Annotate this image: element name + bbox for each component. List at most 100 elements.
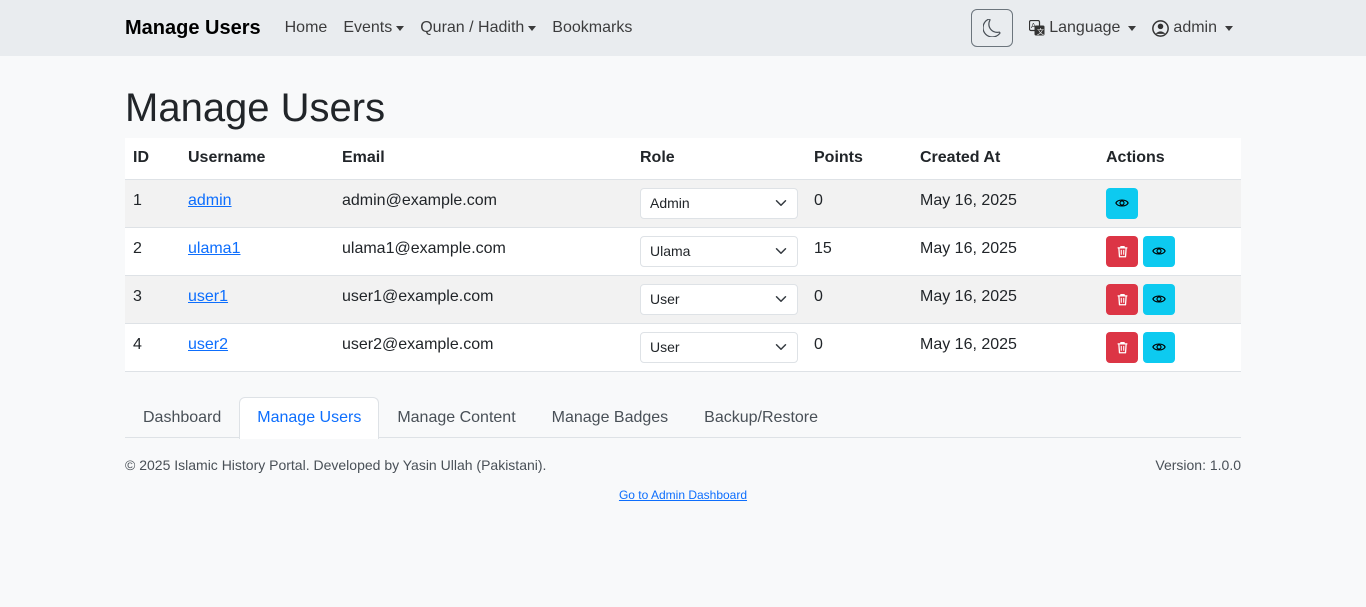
- trash-icon: [1117, 341, 1127, 353]
- nav-quran-hadith-dropdown[interactable]: Quran / Hadith: [412, 11, 544, 45]
- row-email: user2@example.com: [342, 335, 494, 353]
- cell-email: ulama1@example.com: [334, 227, 632, 276]
- row-actions: [1106, 324, 1233, 363]
- row-actions: [1106, 180, 1233, 219]
- admin-tabs: Dashboard Manage Users Manage Content Ma…: [125, 396, 1241, 439]
- row-created-at: May 16, 2025: [920, 239, 1017, 257]
- row-created-at: May 16, 2025: [920, 335, 1017, 353]
- cell-role: User: [632, 323, 806, 372]
- nav-bookmarks[interactable]: Bookmarks: [544, 11, 640, 45]
- moon-icon: [983, 19, 1001, 37]
- table-head: ID Username Email Role Points Created At…: [125, 138, 1241, 180]
- cell-email: admin@example.com: [334, 179, 632, 228]
- cell-points: 0: [806, 179, 912, 228]
- view-user-button[interactable]: [1106, 187, 1138, 219]
- nav-home[interactable]: Home: [277, 11, 336, 45]
- cell-email: user2@example.com: [334, 323, 632, 372]
- view-user-button[interactable]: [1143, 331, 1175, 363]
- view-user-button[interactable]: [1143, 235, 1175, 267]
- language-dropdown[interactable]: A文 Language: [1021, 11, 1144, 45]
- row-id: 1: [133, 191, 142, 209]
- row-actions: [1106, 276, 1233, 315]
- cell-actions: [1098, 227, 1241, 276]
- chevron-down-icon: [775, 248, 787, 254]
- chevron-down-icon: [775, 296, 787, 302]
- table-row: 4 user2 user2@example.com User 0 May 16,…: [125, 323, 1241, 372]
- role-select[interactable]: User: [640, 283, 798, 315]
- theme-toggle-button[interactable]: [971, 9, 1014, 47]
- username-link[interactable]: admin: [188, 192, 232, 209]
- cell-actions: [1098, 323, 1241, 372]
- header-actions: Actions: [1098, 138, 1241, 180]
- navbar-brand[interactable]: Manage Users: [125, 17, 261, 40]
- header-row: ID Username Email Role Points Created At…: [125, 138, 1241, 180]
- table-body: 1 admin admin@example.com Admin 0 May 16…: [125, 179, 1241, 372]
- row-id: 3: [133, 287, 142, 305]
- role-value: User: [650, 291, 680, 307]
- person-circle-icon: [1152, 19, 1170, 37]
- eye-icon: [1152, 295, 1166, 303]
- language-label: Language: [1049, 19, 1121, 36]
- username-link[interactable]: user1: [188, 288, 228, 305]
- eye-icon: [1152, 343, 1166, 351]
- cell-created-at: May 16, 2025: [912, 227, 1098, 276]
- user-label: admin: [1173, 19, 1217, 36]
- username-link[interactable]: ulama1: [188, 240, 240, 257]
- footer-link-wrap: Go to Admin Dashboard: [125, 488, 1241, 502]
- cell-created-at: May 16, 2025: [912, 275, 1098, 324]
- delete-user-button[interactable]: [1106, 331, 1138, 363]
- user-menu-dropdown[interactable]: admin: [1144, 11, 1241, 45]
- cell-id: 3: [125, 275, 180, 324]
- header-username: Username: [180, 138, 334, 180]
- navbar-inner: Manage Users Home Events Quran / Hadith …: [125, 9, 1241, 47]
- nav-quran-hadith-label: Quran / Hadith: [420, 19, 525, 36]
- caret-down-icon: [1128, 25, 1137, 31]
- table-row: 3 user1 user1@example.com User 0 May 16,…: [125, 275, 1241, 324]
- row-id: 2: [133, 239, 142, 257]
- tab-manage-badges[interactable]: Manage Badges: [534, 397, 687, 438]
- role-value: Admin: [650, 195, 690, 211]
- caret-down-icon: [1225, 25, 1233, 31]
- row-created-at: May 16, 2025: [920, 191, 1017, 209]
- cell-points: 0: [806, 323, 912, 372]
- tab-manage-users[interactable]: Manage Users: [239, 396, 380, 439]
- cell-role: User: [632, 275, 806, 324]
- view-user-button[interactable]: [1143, 283, 1175, 315]
- tab-dashboard[interactable]: Dashboard: [125, 397, 239, 438]
- role-value: Ulama: [650, 243, 691, 259]
- nav-events-dropdown[interactable]: Events: [335, 11, 412, 45]
- chevron-down-icon: [775, 200, 787, 206]
- cell-id: 4: [125, 323, 180, 372]
- cell-points: 0: [806, 275, 912, 324]
- admin-dashboard-link[interactable]: Go to Admin Dashboard: [619, 488, 747, 502]
- row-created-at: May 16, 2025: [920, 287, 1017, 305]
- svg-text:文: 文: [1037, 27, 1044, 36]
- chevron-down-icon: [775, 344, 787, 350]
- username-link[interactable]: user2: [188, 336, 228, 353]
- cell-created-at: May 16, 2025: [912, 323, 1098, 372]
- row-actions: [1106, 228, 1233, 267]
- caret-down-icon: [396, 25, 405, 31]
- trash-icon: [1117, 293, 1127, 305]
- role-select[interactable]: Ulama: [640, 235, 798, 267]
- header-email: Email: [334, 138, 632, 180]
- cell-username: user1: [180, 275, 334, 324]
- main-content: Manage Users ID Username Email Role Poin…: [125, 84, 1241, 502]
- tab-manage-content[interactable]: Manage Content: [379, 397, 533, 438]
- cell-username: admin: [180, 179, 334, 228]
- cell-created-at: May 16, 2025: [912, 179, 1098, 228]
- header-role: Role: [632, 138, 806, 180]
- cell-id: 2: [125, 227, 180, 276]
- row-email: admin@example.com: [342, 191, 497, 209]
- role-select[interactable]: Admin: [640, 187, 798, 219]
- table-row: 2 ulama1 ulama1@example.com Ulama 15 May…: [125, 227, 1241, 276]
- nav-events-label: Events: [343, 19, 393, 36]
- header-created-at: Created At: [912, 138, 1098, 180]
- role-select[interactable]: User: [640, 331, 798, 363]
- delete-user-button[interactable]: [1106, 235, 1138, 267]
- nav-links: Home Events Quran / Hadith Bookmarks: [277, 11, 641, 45]
- tab-backup-restore[interactable]: Backup/Restore: [686, 397, 836, 438]
- delete-user-button[interactable]: [1106, 283, 1138, 315]
- users-table: ID Username Email Role Points Created At…: [125, 138, 1241, 372]
- svg-text:A: A: [1031, 22, 1036, 30]
